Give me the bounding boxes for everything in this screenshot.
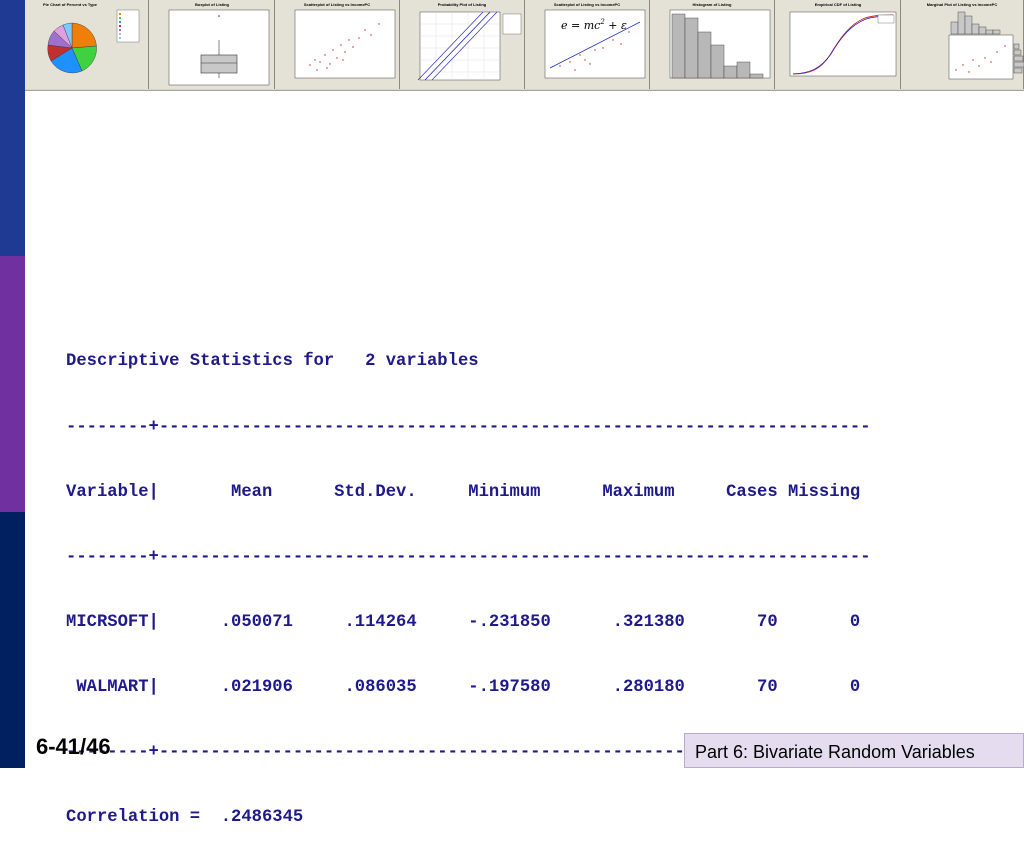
- stats-header-row: Variable| Mean Std.Dev. Minimum Maximum …: [66, 482, 861, 502]
- stats-separator-top: --------+-------------------------------…: [66, 417, 871, 437]
- thumbnail-scatterplot: Scatterplot of Listing vs IncomePC: [275, 0, 400, 89]
- pie-chart-title: Pie Chart of Percent vs Type: [43, 2, 98, 7]
- thumbnail-empirical-cdf: Empirical CDF of Listing: [775, 0, 901, 89]
- thumbnail-regression-scatterplot: Scatterplot of Listing vs IncomePC e = m…: [525, 0, 650, 89]
- descriptive-statistics-output: Descriptive Statistics for 2 variables -…: [66, 308, 871, 850]
- left-accent-bar: [0, 0, 25, 768]
- footer-title: Part 6: Bivariate Random Variables: [695, 742, 975, 762]
- boxplot-box: [200, 54, 238, 74]
- formula-text: e = mc2 + ε: [561, 18, 627, 32]
- thumbnail-pie-chart: Pie Chart of Percent vs Type: [25, 0, 149, 89]
- thumbnail-marginal-plot: Marginal Plot of Listing vs IncomePC: [901, 0, 1024, 89]
- stats-row-walmart: WALMART| .021906 .086035 -.197580 .28018…: [66, 677, 861, 697]
- stats-row-micrsoft: MICRSOFT| .050071 .114264 -.231850 .3213…: [66, 612, 861, 632]
- accent-bar-purple: [0, 256, 25, 512]
- marginal-plot-title: Marginal Plot of Listing vs IncomePC: [927, 2, 998, 7]
- thumbnail-boxplot: Boxplot of Listing: [149, 0, 275, 89]
- probability-plot-title: Probability Plot of Listing: [438, 2, 487, 7]
- stats-separator-header: --------+-------------------------------…: [66, 547, 871, 567]
- empirical-cdf-title: Empirical CDF of Listing: [815, 2, 862, 7]
- histogram-title: Histogram of Listing: [693, 2, 732, 7]
- thumbnail-probability-plot: Probability Plot of Listing: [400, 0, 525, 89]
- thumbnail-banner: Pie Chart of Percent vs Type Boxplot of …: [25, 0, 1024, 91]
- boxplot-title: Boxplot of Listing: [195, 2, 230, 7]
- stats-title: Descriptive Statistics for 2 variables: [66, 352, 479, 372]
- accent-bar-navy: [0, 512, 25, 768]
- stats-correlation: Correlation = .2486345: [66, 808, 304, 828]
- slide-number: 6-41/46: [36, 734, 111, 759]
- pie-chart: [47, 22, 97, 74]
- accent-bar-blue: [0, 0, 25, 256]
- scatterplot-title: Scatterplot of Listing vs IncomePC: [304, 2, 370, 7]
- thumbnail-histogram: Histogram of Listing: [650, 0, 775, 89]
- regression-scatterplot-title: Scatterplot of Listing vs IncomePC: [554, 2, 620, 7]
- footer-title-box: Part 6: Bivariate Random Variables: [684, 733, 1024, 768]
